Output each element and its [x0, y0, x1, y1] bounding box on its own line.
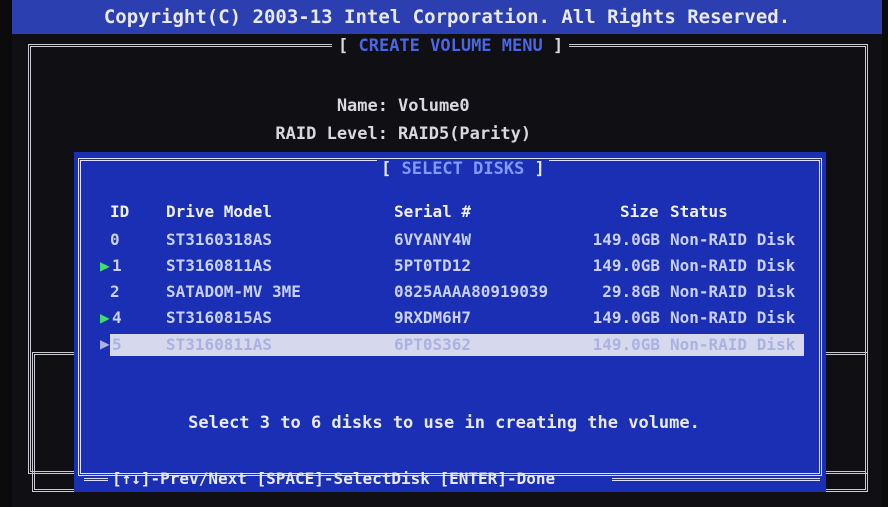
- selection-marker: ▶: [100, 334, 110, 353]
- disk-serial: 6VYANY4W: [394, 230, 472, 249]
- disk-id: 1: [112, 256, 122, 275]
- selection-marker: ▶: [100, 308, 110, 327]
- disk-model: ST3160815AS: [166, 308, 272, 327]
- copyright-bar: Copyright(C) 2003-13 Intel Corporation. …: [12, 0, 882, 34]
- col-model: Drive Model: [166, 202, 272, 221]
- disk-id: 4: [112, 308, 122, 327]
- help-rule-right: [612, 478, 820, 481]
- raid-level-value[interactable]: RAID5(Parity): [398, 124, 531, 144]
- col-serial: Serial #: [394, 202, 472, 221]
- raid-level-label: RAID Level:: [275, 124, 388, 144]
- help-rule-left: [84, 478, 108, 481]
- disk-serial: 9RXDM6H7: [394, 308, 472, 327]
- disk-model: ST3160811AS: [166, 335, 272, 354]
- select-disks-title-text: SELECT DISKS: [401, 159, 525, 179]
- disk-id: 0: [110, 230, 120, 249]
- disk-model: SATADOM-MV 3ME: [166, 282, 301, 301]
- disk-size: 149.0GB: [592, 230, 660, 249]
- disk-id: 2: [110, 282, 120, 301]
- disk-serial: 6PT0S362: [394, 335, 472, 354]
- name-label: Name:: [336, 96, 388, 116]
- disk-size: 149.0GB: [592, 335, 660, 354]
- disk-status: Non-RAID Disk: [670, 230, 796, 249]
- create-volume-title-text: CREATE VOLUME MENU: [358, 36, 543, 56]
- disk-status: Non-RAID Disk: [670, 256, 796, 275]
- disk-size: 29.8GB: [602, 282, 660, 301]
- disk-status: Non-RAID Disk: [670, 335, 796, 354]
- disk-serial: 5PT0TD12: [394, 256, 472, 275]
- disk-size: 149.0GB: [592, 256, 660, 275]
- disk-serial: 0825AAAA80919039: [394, 282, 549, 301]
- disk-status: Non-RAID Disk: [670, 308, 796, 327]
- col-status: Status: [670, 202, 728, 221]
- selection-marker: ▶: [100, 256, 110, 275]
- instruction-message: Select 3 to 6 disks to use in creating t…: [188, 413, 700, 433]
- disk-model: ST3160318AS: [166, 230, 272, 249]
- name-value[interactable]: Volume0: [398, 96, 470, 116]
- col-size: Size: [620, 202, 659, 221]
- select-disks-title: [ SELECT DISKS ]: [377, 159, 549, 179]
- create-volume-title: [ CREATE VOLUME MENU ]: [332, 36, 570, 56]
- col-id: ID: [110, 202, 130, 221]
- disk-model: ST3160811AS: [166, 256, 272, 275]
- disk-size: 149.0GB: [592, 308, 660, 327]
- disk-status: Non-RAID Disk: [670, 282, 796, 301]
- disk-id: 5: [112, 335, 122, 354]
- key-help-bar: [↑↓]-Prev/Next [SPACE]-SelectDisk [ENTER…: [112, 469, 556, 488]
